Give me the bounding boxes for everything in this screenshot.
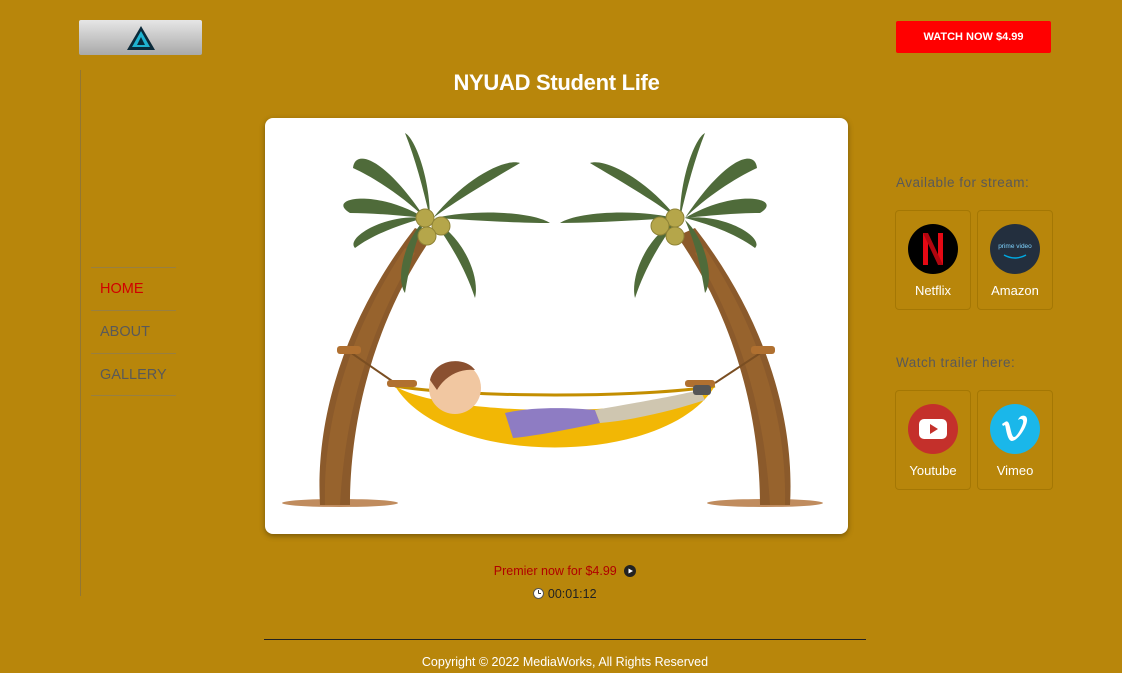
vimeo-card[interactable]: Vimeo	[977, 390, 1053, 490]
nav-item-about[interactable]: ABOUT	[91, 310, 176, 353]
play-icon[interactable]	[624, 565, 637, 577]
main-nav: HOME ABOUT GALLERY	[91, 267, 176, 396]
youtube-card[interactable]: Youtube	[895, 390, 971, 490]
premier-line[interactable]: Premier now for $4.99	[265, 564, 865, 578]
netflix-card[interactable]: Netflix	[895, 210, 971, 310]
stream-label: Available for stream:	[896, 175, 1030, 190]
duration-value: 00:01:12	[547, 587, 597, 601]
trailer-label: Watch trailer here:	[896, 355, 1016, 370]
youtube-label: Youtube	[909, 463, 957, 478]
premier-text[interactable]: Premier now for $4.99	[494, 564, 617, 578]
amazon-card[interactable]: prime video Amazon	[977, 210, 1053, 310]
prime-video-icon: prime video	[990, 224, 1040, 274]
prime-video-text: prime video	[998, 242, 1032, 250]
hero-image	[265, 118, 848, 534]
duration-line: 00:01:12	[265, 587, 865, 601]
netflix-label: Netflix	[914, 283, 952, 298]
watch-now-button[interactable]: WATCH NOW $4.99	[896, 21, 1051, 53]
page-title: NYUAD Student Life	[453, 70, 660, 95]
footer-divider	[264, 639, 866, 640]
logo-triangle-icon	[126, 25, 155, 50]
youtube-icon	[908, 404, 958, 454]
hammock-illustration	[282, 133, 823, 507]
amazon-label: Amazon	[991, 283, 1039, 298]
nav-item-gallery[interactable]: GALLERY	[91, 353, 176, 396]
vimeo-label: Vimeo	[996, 463, 1034, 478]
vimeo-icon	[990, 404, 1040, 454]
clock-icon	[533, 588, 545, 599]
copyright: Copyright © 2022 MediaWorks, All Rights …	[421, 655, 709, 669]
sidebar-divider	[80, 70, 81, 596]
netflix-icon	[908, 224, 958, 274]
logo[interactable]	[79, 20, 202, 55]
nav-item-home[interactable]: HOME	[91, 267, 176, 310]
